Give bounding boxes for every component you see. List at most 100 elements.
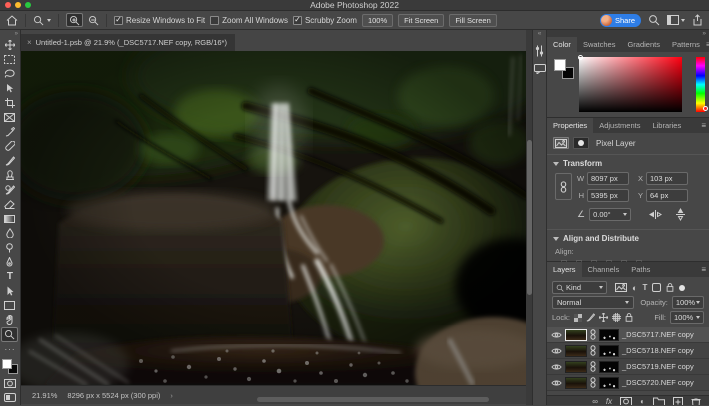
foreground-color-swatch[interactable]	[554, 59, 566, 71]
close-tab-icon[interactable]: ×	[27, 38, 32, 47]
visibility-eye-icon[interactable]	[551, 347, 562, 355]
layer-thumbnail[interactable]	[565, 345, 587, 357]
search-icon[interactable]	[648, 14, 660, 26]
lock-pixels-icon[interactable]	[586, 313, 595, 322]
move-tool[interactable]	[1, 38, 18, 52]
expand-panels-icon[interactable]: «	[538, 30, 542, 38]
tab-libraries[interactable]: Libraries	[646, 118, 687, 133]
visibility-eye-icon[interactable]	[551, 379, 562, 387]
vertical-scrollbar-thumb[interactable]	[527, 140, 532, 295]
hue-slider[interactable]	[696, 57, 705, 112]
edit-toolbar-button[interactable]: ···	[1, 342, 18, 356]
flip-horizontal-icon[interactable]	[649, 210, 662, 219]
opacity-field[interactable]: 100%	[672, 296, 704, 309]
color-sample-marker[interactable]	[578, 55, 583, 60]
mask-link-icon[interactable]	[590, 345, 596, 356]
status-zoom-level[interactable]: 21.91%	[32, 391, 57, 400]
pen-tool[interactable]	[1, 255, 18, 269]
rotation-angle-field[interactable]: 0.00°	[589, 208, 631, 221]
link-dimensions-button[interactable]	[555, 173, 572, 200]
height-field[interactable]	[587, 189, 629, 202]
tab-paths[interactable]: Paths	[625, 262, 656, 277]
lock-artboard-icon[interactable]	[612, 313, 621, 322]
screen-mode-button[interactable]	[1, 390, 18, 404]
filter-pixel-layers-icon[interactable]	[615, 283, 627, 292]
blend-mode-select[interactable]: Normal	[552, 296, 634, 309]
toolbar-collapse-icon[interactable]: »	[15, 31, 18, 38]
zoom-level-field[interactable]: 100%	[362, 14, 393, 27]
healing-brush-tool[interactable]	[1, 139, 18, 153]
tab-layers[interactable]: Layers	[547, 262, 582, 277]
vertical-scrollbar[interactable]	[526, 30, 533, 405]
color-fg-bg-swatches[interactable]	[554, 59, 574, 79]
layer-row[interactable]: _DSC5717.NEF copy	[547, 327, 709, 343]
clone-stamp-tool[interactable]	[1, 168, 18, 182]
lasso-tool[interactable]	[1, 67, 18, 81]
visibility-eye-icon[interactable]	[551, 331, 562, 339]
canvas-viewport[interactable]	[21, 51, 526, 385]
type-tool[interactable]: T	[1, 270, 18, 284]
layer-thumbnail[interactable]	[565, 377, 587, 389]
new-group-button[interactable]	[653, 397, 665, 405]
layer-thumbnail[interactable]	[565, 329, 587, 341]
foreground-color-swatch[interactable]	[2, 359, 12, 369]
tab-color[interactable]: Color	[547, 37, 577, 52]
home-button[interactable]	[6, 13, 18, 27]
zoom-tool[interactable]	[1, 327, 18, 342]
new-layer-button[interactable]	[673, 397, 683, 405]
layer-row[interactable]: _DSC5718.NEF copy	[547, 343, 709, 359]
layer-name[interactable]: _DSC5719.NEF copy	[622, 362, 694, 371]
layer-mask-thumbnail[interactable]	[599, 377, 619, 389]
tab-properties[interactable]: Properties	[547, 118, 593, 133]
mask-link-icon[interactable]	[590, 361, 596, 372]
layer-name[interactable]: _DSC5720.NEF copy	[622, 378, 694, 387]
hue-marker[interactable]	[703, 106, 708, 111]
add-adjustment-button[interactable]: ◐	[640, 397, 645, 405]
zoom-in-button[interactable]	[66, 13, 83, 27]
panel-menu-icon[interactable]: ≡	[701, 121, 706, 130]
workspace-switcher[interactable]	[667, 15, 685, 25]
eraser-tool[interactable]	[1, 197, 18, 211]
share-button[interactable]: Share	[600, 14, 641, 27]
brush-tool[interactable]	[1, 154, 18, 168]
filter-adjustment-layers-icon[interactable]: ◐	[632, 283, 637, 293]
frame-tool[interactable]	[1, 110, 18, 124]
quick-mask-button[interactable]	[1, 376, 18, 390]
lock-position-icon[interactable]	[599, 313, 608, 322]
visibility-eye-icon[interactable]	[551, 363, 562, 371]
layer-name[interactable]: _DSC5718.NEF copy	[622, 346, 694, 355]
link-layers-button[interactable]: ∞	[592, 397, 598, 405]
gradient-tool[interactable]	[1, 212, 18, 226]
blur-tool[interactable]	[1, 226, 18, 240]
layer-mask-thumbnail[interactable]	[599, 361, 619, 373]
export-icon[interactable]	[692, 14, 703, 26]
filter-type-layers-icon[interactable]: T	[642, 283, 647, 292]
layer-mask-thumbnail[interactable]	[599, 345, 619, 357]
add-mask-button[interactable]	[620, 397, 632, 405]
sliders-icon[interactable]	[535, 45, 544, 57]
layer-thumbnail[interactable]	[565, 361, 587, 373]
layer-mask-icon[interactable]	[573, 137, 589, 149]
layer-row[interactable]: _DSC5719.NEF copy	[547, 359, 709, 375]
dodge-tool[interactable]	[1, 241, 18, 255]
flip-vertical-icon[interactable]	[676, 208, 685, 221]
fill-field[interactable]: 100%	[670, 311, 704, 324]
pixel-layer-icon[interactable]	[553, 137, 569, 149]
filter-kind-dropdown[interactable]: Kind	[552, 281, 607, 294]
foreground-background-colors[interactable]	[2, 359, 18, 374]
document-tab[interactable]: × Untitled-1.psb @ 21.9% (_DSC5717.NEF c…	[21, 34, 235, 51]
tab-swatches[interactable]: Swatches	[577, 37, 622, 52]
tab-channels[interactable]: Channels	[582, 262, 626, 277]
fit-screen-button[interactable]: Fit Screen	[398, 14, 444, 27]
delete-layer-button[interactable]	[691, 397, 701, 405]
layer-row[interactable]: _DSC5720.NEF copy	[547, 375, 709, 391]
lock-transparency-icon[interactable]	[574, 314, 582, 322]
fill-screen-button[interactable]: Fill Screen	[449, 14, 496, 27]
layer-style-button[interactable]: fx	[606, 397, 612, 405]
tab-gradients[interactable]: Gradients	[621, 37, 666, 52]
comment-icon[interactable]	[534, 64, 546, 74]
x-field[interactable]	[646, 172, 688, 185]
hand-tool[interactable]	[1, 313, 18, 327]
tab-adjustments[interactable]: Adjustments	[593, 118, 646, 133]
filter-smart-objects-icon[interactable]	[666, 283, 674, 292]
